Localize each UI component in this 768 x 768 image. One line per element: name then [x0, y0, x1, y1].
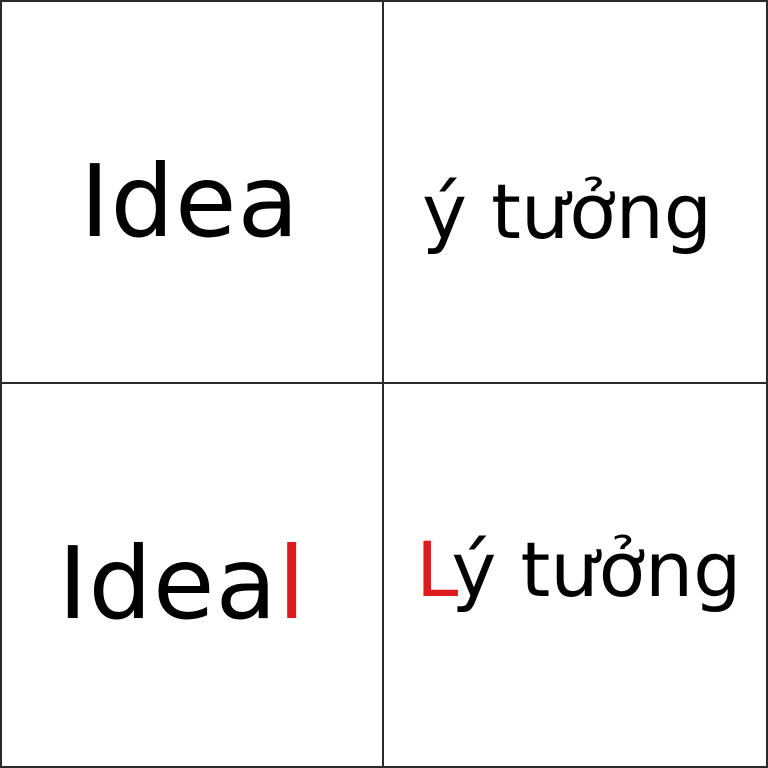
cell-top-left: Idea	[2, 2, 382, 382]
word-idea: Idea	[80, 143, 300, 260]
word-ly-tuong: Lý tưởng	[416, 532, 741, 608]
word-ly-tuong-suffix: ý tưởng	[451, 525, 742, 614]
word-ly-tuong-highlight: L	[416, 525, 452, 614]
cell-bottom-right: Lý tưởng	[384, 384, 766, 766]
flashcard-grid: Idea ý tưởng Ideal Lý tưởng	[0, 0, 768, 768]
cell-bottom-left: Ideal	[2, 384, 382, 766]
word-ideal: Ideal	[58, 534, 307, 634]
cell-top-right: ý tưởng	[384, 2, 766, 382]
word-y-tuong: ý tưởng	[422, 167, 713, 256]
word-ideal-prefix: Idea	[58, 525, 278, 642]
word-ideal-highlight: l	[277, 525, 307, 642]
